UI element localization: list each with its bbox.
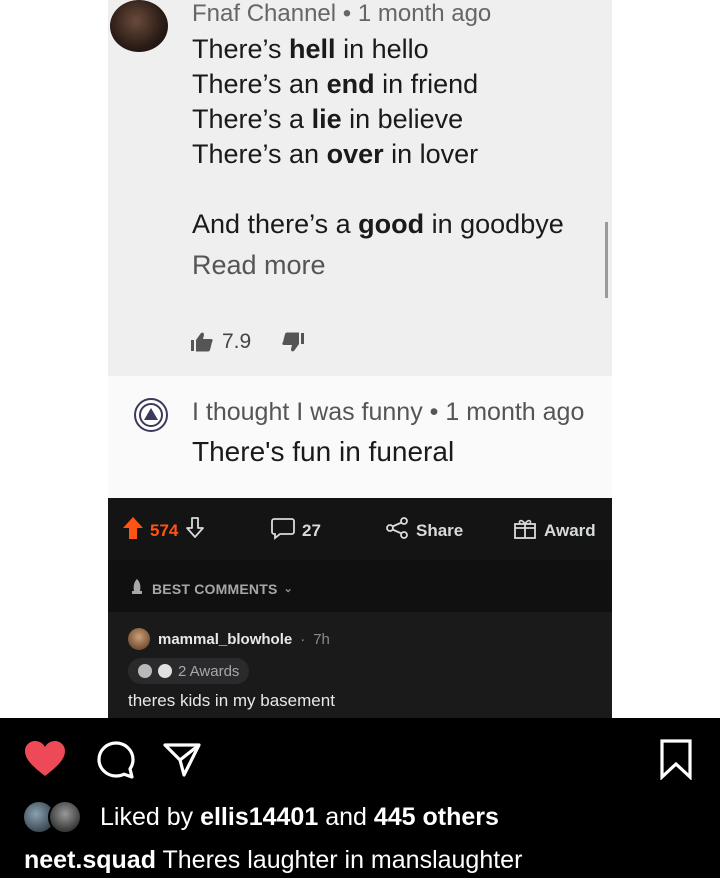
- comment-icon[interactable]: [96, 740, 136, 785]
- rocket-icon: [128, 578, 146, 599]
- award-icon-2: [158, 664, 172, 678]
- reddit-comment-time: 7h: [313, 630, 330, 648]
- comment-sort-bar: BEST COMMENTS ⌄: [108, 560, 612, 612]
- awards-badge[interactable]: 2 Awards: [128, 658, 250, 684]
- comment-1-author[interactable]: Fnaf Channel: [192, 0, 336, 27]
- liked-by-text: Liked by ellis14401 and 445 others: [100, 802, 499, 831]
- comment-1-line-3: There’s a lie in believe: [192, 104, 464, 134]
- heart-icon[interactable]: [24, 740, 66, 783]
- liked-by-row[interactable]: Liked by ellis14401 and 445 others: [22, 800, 499, 834]
- comment-1-actions: 7.9: [190, 330, 305, 354]
- comment-2-meta: I thought I was funny • 1 month ago: [192, 398, 585, 426]
- sort-label: BEST COMMENTS: [152, 580, 278, 597]
- reddit-screenshot: 574 27 Share Award BEST COMMENTS ⌄ mamma…: [108, 498, 612, 718]
- gift-icon: [512, 516, 538, 545]
- liked-by-user[interactable]: ellis14401: [200, 803, 318, 831]
- comment-count: 27: [302, 520, 321, 540]
- bookmark-icon[interactable]: [658, 738, 694, 785]
- award-button[interactable]: Award: [512, 516, 596, 545]
- vote-group: 574: [122, 516, 206, 545]
- comment-1-time: 1 month ago: [357, 0, 492, 27]
- reddit-comment-text: theres kids in my basement: [128, 691, 335, 710]
- upvote-count: 574: [150, 520, 179, 540]
- upvote-arrow-icon[interactable]: [122, 516, 144, 545]
- comment-1-meta: Fnaf Channel • 1 month ago: [192, 0, 492, 27]
- comment-1-line-2: There’s an end in friend: [192, 69, 479, 99]
- reddit-user-avatar[interactable]: [128, 628, 150, 650]
- comment-card-1: Fnaf Channel • 1 month ago There’s hell …: [108, 0, 612, 376]
- thumbs-down-icon[interactable]: [281, 331, 305, 353]
- comment-2-text: There's fun in funeral: [192, 436, 455, 467]
- reddit-comment-header: mammal_blowhole · 7h: [128, 628, 330, 650]
- reddit-username[interactable]: mammal_blowhole: [158, 631, 292, 648]
- liked-by-others[interactable]: 445 others: [374, 803, 499, 831]
- comment-1-line-5: And there’s a good in goodbye: [192, 209, 564, 239]
- comment-2-author[interactable]: I thought I was funny: [192, 398, 423, 426]
- chevron-down-icon: ⌄: [283, 583, 293, 595]
- liker-avatar-2: [48, 800, 82, 834]
- youtube-screenshot: Fnaf Channel • 1 month ago There’s hell …: [108, 0, 612, 498]
- share-icon: [384, 516, 410, 545]
- channel-avatar[interactable]: [110, 0, 168, 52]
- scrollbar[interactable]: [605, 222, 608, 298]
- award-label: Award: [544, 520, 596, 540]
- comment-2-time: 1 month ago: [445, 398, 585, 426]
- share-label: Share: [416, 520, 464, 540]
- share-button[interactable]: Share: [384, 516, 463, 545]
- instagram-post-footer: Liked by ellis14401 and 445 others neet.…: [0, 718, 720, 878]
- reddit-action-bar: 574 27 Share Award: [108, 498, 612, 560]
- like-count: 7.9: [222, 330, 252, 353]
- award-icon-1: [138, 664, 152, 678]
- read-more-link[interactable]: Read more: [192, 250, 326, 281]
- user-avatar[interactable]: [134, 398, 168, 432]
- post-caption: neet.squad Theres laughter in manslaught…: [24, 846, 522, 875]
- caption-username[interactable]: neet.squad: [24, 846, 156, 874]
- comments-button[interactable]: 27: [270, 516, 321, 545]
- comment-1-line-4: There’s an over in lover: [192, 139, 479, 169]
- caption-text: Theres laughter in manslaughter: [162, 846, 523, 874]
- awards-count: 2 Awards: [178, 662, 240, 680]
- thumbs-up-icon[interactable]: [190, 331, 214, 353]
- sort-dropdown[interactable]: BEST COMMENTS ⌄: [128, 578, 293, 599]
- downvote-arrow-icon[interactable]: [184, 516, 206, 545]
- send-icon[interactable]: [162, 740, 202, 785]
- comment-1-line-1: There’s hell in hello: [192, 34, 429, 64]
- liker-avatars: [22, 800, 86, 834]
- comment-bubble-icon: [270, 516, 296, 545]
